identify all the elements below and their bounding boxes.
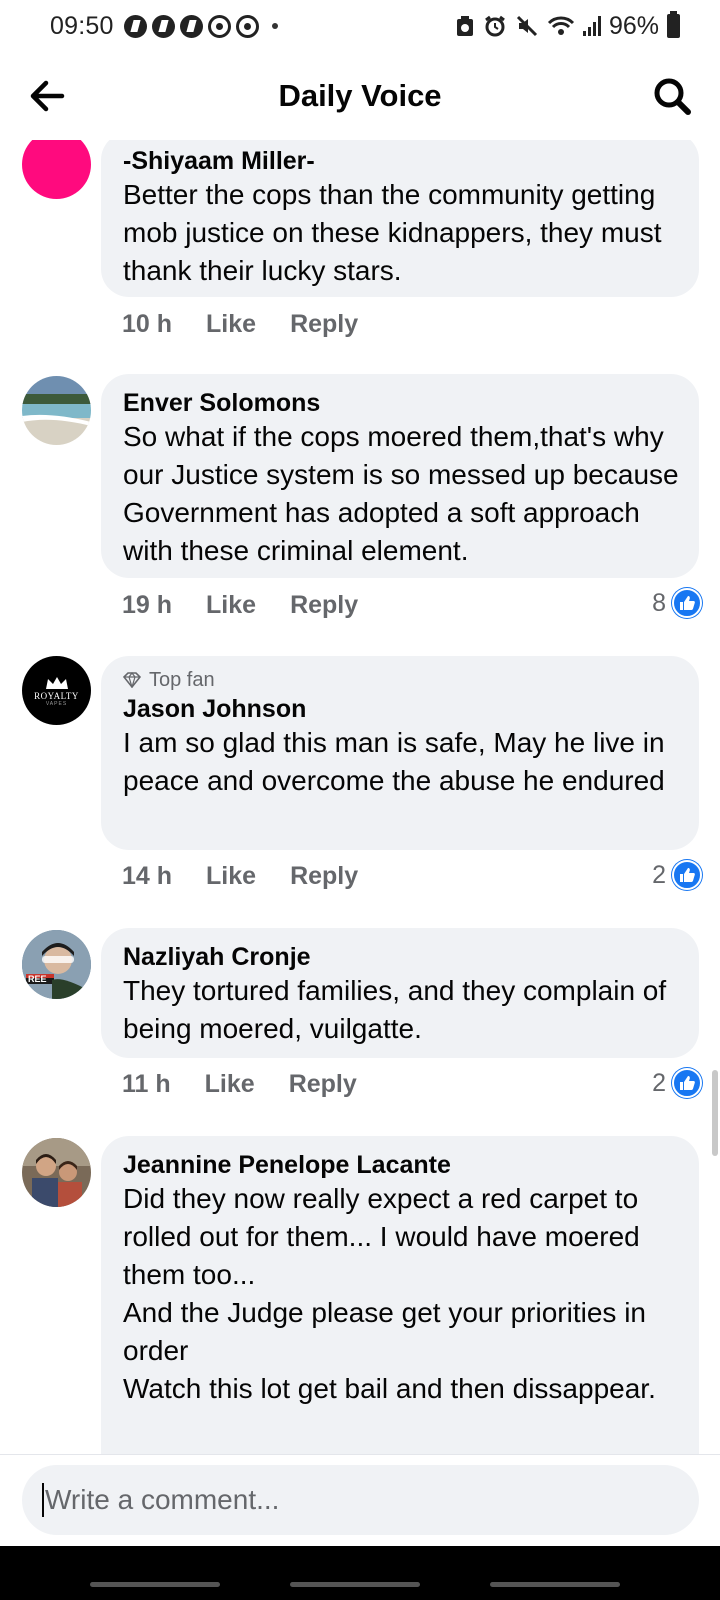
comments-list[interactable]: -Shiyaam Miller- Better the cops than th… [0,140,720,1484]
thumbs-up-icon [672,860,702,890]
comment-actions: 19 h Like Reply [122,591,392,620]
comment-bubble[interactable]: Jeannine Penelope Lacante Did they now r… [101,1136,699,1484]
app-icon [123,14,147,38]
nav-back-button[interactable] [490,1582,620,1587]
diamond-icon [123,672,141,688]
status-right: 96% [455,11,680,41]
alarm-icon [485,15,505,37]
text-caret [42,1483,44,1517]
comment-placeholder: Write a comment... [45,1484,280,1515]
arrow-left-icon [30,80,65,112]
avatar[interactable]: ROYALTY VAPES [22,656,91,725]
comment-bubble[interactable]: Enver Solomons So what if the cops moere… [101,374,699,578]
search-button[interactable] [650,74,694,118]
app-icon [151,14,175,38]
nav-home-button[interactable] [290,1582,420,1587]
thumbs-up-icon [672,588,702,618]
nav-recents-button[interactable] [90,1582,220,1587]
avatar[interactable] [22,1138,91,1207]
comment-text: So what if the cops moered them,that's w… [123,421,679,566]
reaction-number: 2 [652,1068,666,1097]
comment-author[interactable]: -Shiyaam Miller- [123,146,679,176]
avatar-label: REE [28,974,47,984]
beach-photo-icon [22,376,91,445]
battery-icon [667,11,680,38]
comment-author[interactable]: Jeannine Penelope Lacante [123,1150,679,1180]
reply-button[interactable]: Reply [290,310,358,339]
comment-composer: Write a comment... [0,1454,720,1546]
profile-photo-icon [22,930,91,999]
comment-time: 10 h [122,310,173,338]
like-button[interactable]: Like [206,310,256,339]
like-button[interactable]: Like [206,862,256,891]
reaction-count[interactable]: 2 [652,1068,702,1098]
comment-bubble[interactable]: Top fan Jason Johnson I am so glad this … [101,656,699,850]
status-bar: 09:50 96% [0,0,720,52]
comment-text: Better the cops than the community getti… [123,179,662,286]
avatar[interactable] [22,140,91,199]
back-button[interactable] [26,74,70,118]
reaction-count[interactable]: 8 [652,588,702,618]
reply-button[interactable]: Reply [290,591,358,620]
page-title: Daily Voice [278,78,442,113]
scrollbar[interactable] [712,1070,718,1156]
system-nav-bar [0,1546,720,1600]
battery-percent: 96% [608,11,659,40]
app-outline-icon [235,14,259,38]
app-icon [179,14,203,38]
comment-author[interactable]: Jason Johnson [123,694,679,724]
comment-time: 11 h [122,1070,171,1098]
notification-icons [123,14,278,38]
reply-button[interactable]: Reply [290,862,358,891]
thumbs-up-icon [672,1068,702,1098]
comment-text: I am so glad this man is safe, May he li… [123,727,665,796]
reaction-number: 8 [652,588,666,617]
more-notifications-dot [271,23,278,29]
status-time: 09:50 [50,11,114,40]
crown-icon [45,676,68,689]
avatar-sublabel: VAPES [45,700,68,707]
comment-actions: 10 h Like Reply [122,310,392,339]
comment-time: 19 h [122,591,173,619]
mute-icon [516,15,538,37]
comment-bubble[interactable]: Nazliyah Cronje They tortured families, … [101,928,699,1058]
avatar-label: ROYALTY [34,690,79,701]
comment-actions: 11 h Like Reply [122,1070,391,1099]
avatar[interactable] [22,376,91,445]
avatar[interactable]: REE [22,930,91,999]
app-outline-icon [207,14,231,38]
comment-actions: 14 h Like Reply [122,862,392,891]
comment-author[interactable]: Nazliyah Cronje [123,942,679,972]
wifi-icon [547,16,575,35]
comment-input[interactable]: Write a comment... [22,1465,699,1535]
screenshot-icon [456,16,473,36]
signal-icon [582,16,601,36]
comment-bubble[interactable]: -Shiyaam Miller- Better the cops than th… [101,140,699,297]
like-button[interactable]: Like [206,591,256,620]
top-fan-label: Top fan [149,669,215,691]
comment-text: Did they now really expect a red carpet … [123,1183,656,1404]
reaction-number: 2 [652,860,666,889]
app-header: Daily Voice [0,52,720,140]
comment-time: 14 h [122,862,173,890]
top-fan-badge: Top fan [123,668,679,692]
comment-text: They tortured families, and they complai… [123,975,667,1044]
reply-button[interactable]: Reply [289,1070,357,1099]
like-button[interactable]: Like [205,1070,255,1099]
search-icon [654,78,691,115]
profile-photo-icon [22,1138,91,1207]
comment-author[interactable]: Enver Solomons [123,388,679,418]
reaction-count[interactable]: 2 [652,860,702,890]
